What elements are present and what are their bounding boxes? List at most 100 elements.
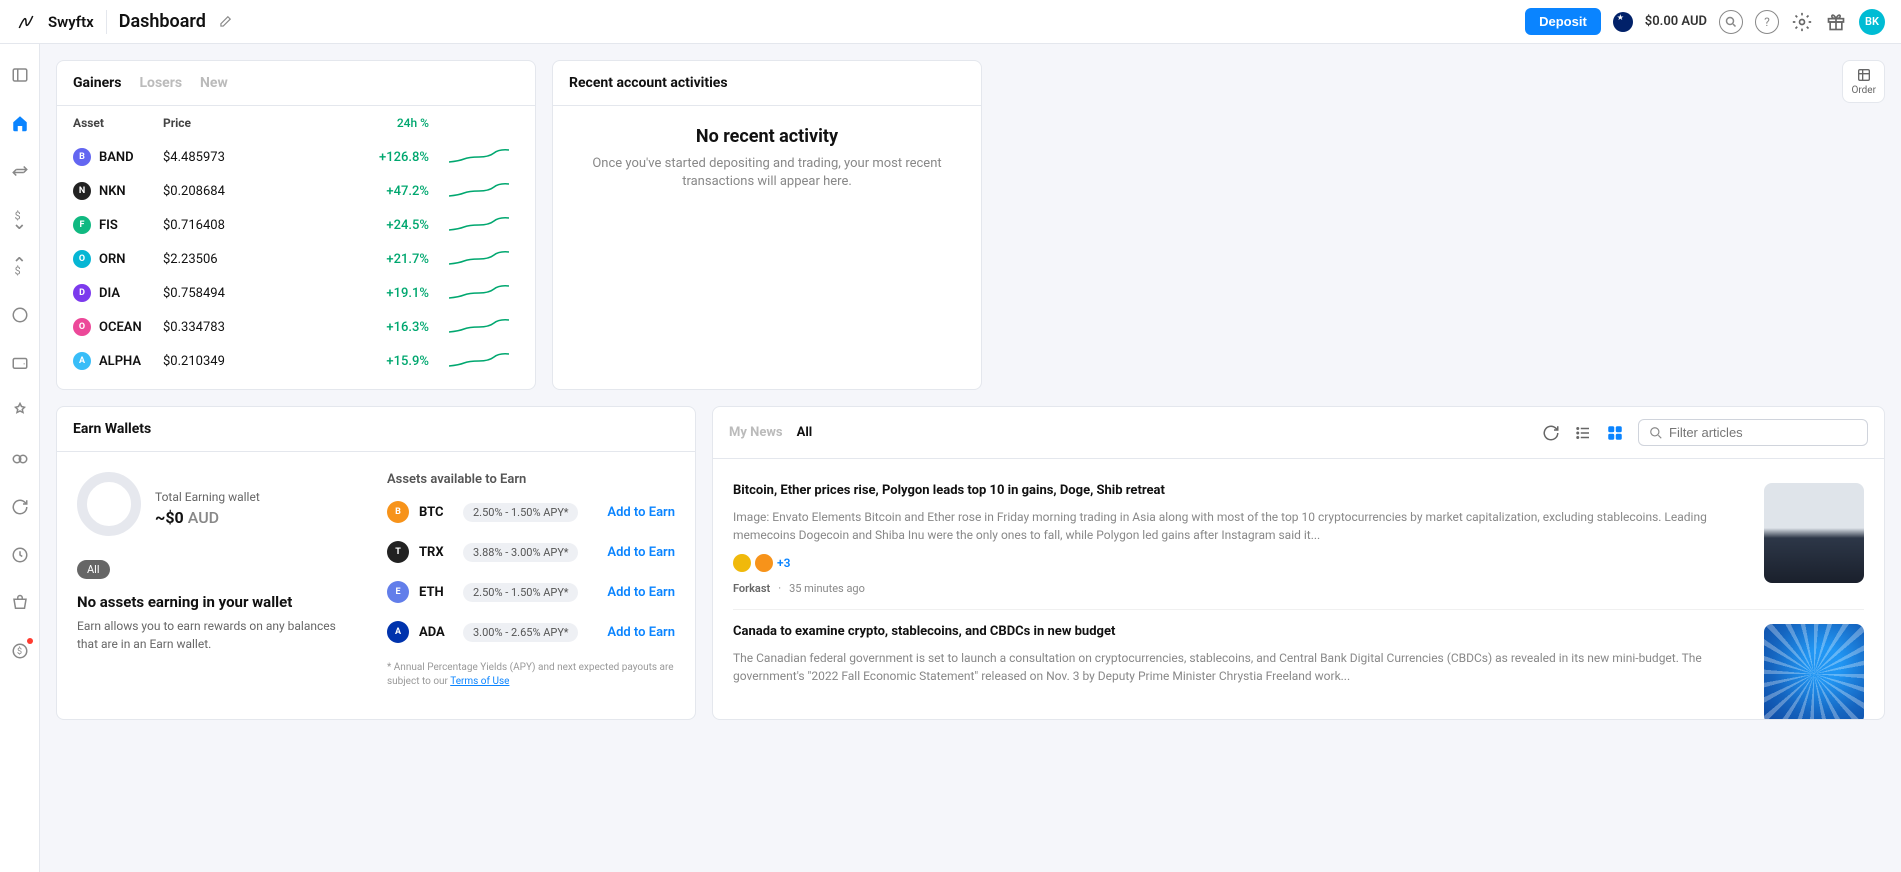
flag-au-icon[interactable]	[1613, 12, 1633, 32]
news-article[interactable]: Canada to examine crypto, stablecoins, a…	[733, 610, 1864, 719]
sidebar-assets-icon[interactable]	[9, 304, 31, 326]
news-tab-all[interactable]: All	[797, 425, 813, 440]
gift-icon[interactable]	[1825, 11, 1847, 33]
balance-label: $0.00 AUD	[1645, 14, 1707, 29]
sidebar-home-icon[interactable]	[9, 112, 31, 134]
add-to-earn-link[interactable]: Add to Earn	[607, 585, 675, 600]
gainers-tabs: Gainers Losers New	[57, 61, 535, 106]
table-row[interactable]: FFIS $0.716408 +24.5%	[57, 208, 535, 242]
order-label: Order	[1851, 85, 1876, 96]
divider	[106, 10, 107, 34]
news-filter-input[interactable]	[1669, 425, 1857, 440]
sidebar-bundles-icon[interactable]	[9, 448, 31, 470]
coin-icon: E	[387, 581, 409, 603]
asset-ticker: TRX	[419, 545, 453, 560]
activities-subtitle: Once you've started depositing and tradi…	[573, 155, 961, 191]
table-row[interactable]: OORN $2.23506 +21.7%	[57, 242, 535, 276]
svg-text:$: $	[14, 264, 20, 277]
earn-filter-chip[interactable]: All	[77, 560, 110, 579]
table-row[interactable]: BBAND $4.485973 +126.8%	[57, 140, 535, 174]
apy-pill: 3.00% - 2.65% APY*	[463, 623, 578, 642]
news-article[interactable]: Bitcoin, Ether prices rise, Polygon lead…	[733, 469, 1864, 610]
add-to-earn-link[interactable]: Add to Earn	[607, 505, 675, 520]
activities-card: Recent account activities No recent acti…	[552, 60, 982, 390]
deposit-button[interactable]: Deposit	[1525, 8, 1601, 35]
article-thumbnail	[1764, 624, 1864, 719]
order-button[interactable]: Order	[1842, 60, 1885, 103]
col-asset: Asset	[73, 116, 163, 130]
apy-pill: 2.50% - 1.50% APY*	[463, 583, 578, 602]
tab-gainers[interactable]: Gainers	[73, 75, 121, 91]
refresh-icon[interactable]	[1542, 424, 1560, 442]
apy-pill: 3.88% - 3.00% APY*	[463, 543, 578, 562]
sidebar-shop-icon[interactable]	[9, 592, 31, 614]
article-snippet: Image: Envato Elements Bitcoin and Ether…	[733, 508, 1746, 544]
sidebar-rewards-icon[interactable]	[9, 400, 31, 422]
tab-losers[interactable]: Losers	[139, 75, 182, 91]
col-change: 24h %	[293, 116, 449, 130]
news-tab-mynews[interactable]: My News	[729, 425, 783, 440]
activities-body: No recent activity Once you've started d…	[553, 106, 981, 211]
gear-icon[interactable]	[1791, 11, 1813, 33]
table-row[interactable]: DDIA $0.758494 +19.1%	[57, 276, 535, 310]
article-snippet: The Canadian federal government is set t…	[733, 649, 1746, 685]
earn-total-label: Total Earning wallet	[155, 490, 260, 504]
grid-view-icon[interactable]	[1606, 424, 1624, 442]
earn-total-amount: ~$0 AUD	[155, 508, 260, 527]
add-to-earn-link[interactable]: Add to Earn	[607, 545, 675, 560]
news-head: My News All	[713, 407, 1884, 459]
table-row[interactable]: NNKN $0.208684 +47.2%	[57, 174, 535, 208]
article-meta: Forkast · 35 minutes ago	[733, 582, 1746, 595]
help-icon[interactable]: ?	[1755, 10, 1779, 34]
tab-new[interactable]: New	[200, 75, 228, 91]
earn-assets-title: Assets available to Earn	[387, 472, 675, 487]
main-content: Order Gainers Losers New Asset Price 24h…	[40, 44, 1901, 872]
earn-left: Total Earning wallet ~$0 AUD All No asse…	[77, 472, 357, 689]
sidebar-wallet-icon[interactable]	[9, 352, 31, 374]
earn-asset-row: A ADA 3.00% - 2.65% APY* Add to Earn	[387, 621, 675, 643]
sidebar-demo-icon[interactable]: $	[9, 640, 31, 662]
coin-icon: A	[387, 621, 409, 643]
svg-text:$: $	[14, 210, 20, 223]
search-icon[interactable]	[1719, 10, 1743, 34]
sidebar-buy-icon[interactable]: $	[9, 208, 31, 230]
asset-ticker: ADA	[419, 625, 453, 640]
article-title: Canada to examine crypto, stablecoins, a…	[733, 624, 1746, 639]
search-icon	[1649, 426, 1663, 440]
earn-subtitle: No assets earning in your wallet	[77, 593, 357, 611]
earn-asset-row: E ETH 2.50% - 1.50% APY* Add to Earn	[387, 581, 675, 603]
topbar-left: Swyftx Dashboard	[16, 10, 232, 34]
article-coins: +3	[733, 554, 1746, 572]
news-body[interactable]: Bitcoin, Ether prices rise, Polygon lead…	[713, 459, 1884, 719]
sidebar-sell-icon[interactable]: $	[9, 256, 31, 278]
apy-pill: 2.50% - 1.50% APY*	[463, 503, 578, 522]
news-card: My News All Bitcoin, Ether prices rise, …	[712, 406, 1885, 720]
sidebar-swap-icon[interactable]	[9, 160, 31, 182]
add-to-earn-link[interactable]: Add to Earn	[607, 625, 675, 640]
earn-description: Earn allows you to earn rewards on any b…	[77, 617, 357, 653]
sidebar-recurring-icon[interactable]	[9, 496, 31, 518]
table-row[interactable]: OOCEAN $0.334783 +16.3%	[57, 310, 535, 344]
earn-asset-row: B BTC 2.50% - 1.50% APY* Add to Earn	[387, 501, 675, 523]
table-row[interactable]: AALPHA $0.210349 +15.9%	[57, 344, 535, 375]
brand-name: Swyftx	[48, 13, 94, 31]
news-search[interactable]	[1638, 419, 1868, 446]
gainers-card: Gainers Losers New Asset Price 24h % BBA…	[56, 60, 536, 390]
edit-icon[interactable]	[218, 15, 232, 29]
terms-link[interactable]: Terms of Use	[450, 676, 509, 687]
avatar[interactable]: BK	[1859, 9, 1885, 35]
topbar-right: Deposit $0.00 AUD ? BK	[1525, 8, 1885, 35]
asset-ticker: BTC	[419, 505, 453, 520]
col-spark	[449, 116, 519, 130]
gainers-table-head: Asset Price 24h %	[57, 106, 535, 140]
article-thumbnail	[1764, 483, 1864, 583]
list-view-icon[interactable]	[1574, 424, 1592, 442]
gainers-rows[interactable]: BBAND $4.485973 +126.8% NNKN $0.208684 +…	[57, 140, 535, 375]
sidebar-collapse-icon[interactable]	[9, 64, 31, 86]
earn-header: Earn Wallets	[57, 407, 695, 452]
sidebar: $ $ $	[0, 44, 40, 872]
swyftx-logo-icon	[16, 12, 36, 32]
asset-ticker: ETH	[419, 585, 453, 600]
earn-right: Assets available to Earn B BTC 2.50% - 1…	[387, 472, 675, 689]
sidebar-history-icon[interactable]	[9, 544, 31, 566]
